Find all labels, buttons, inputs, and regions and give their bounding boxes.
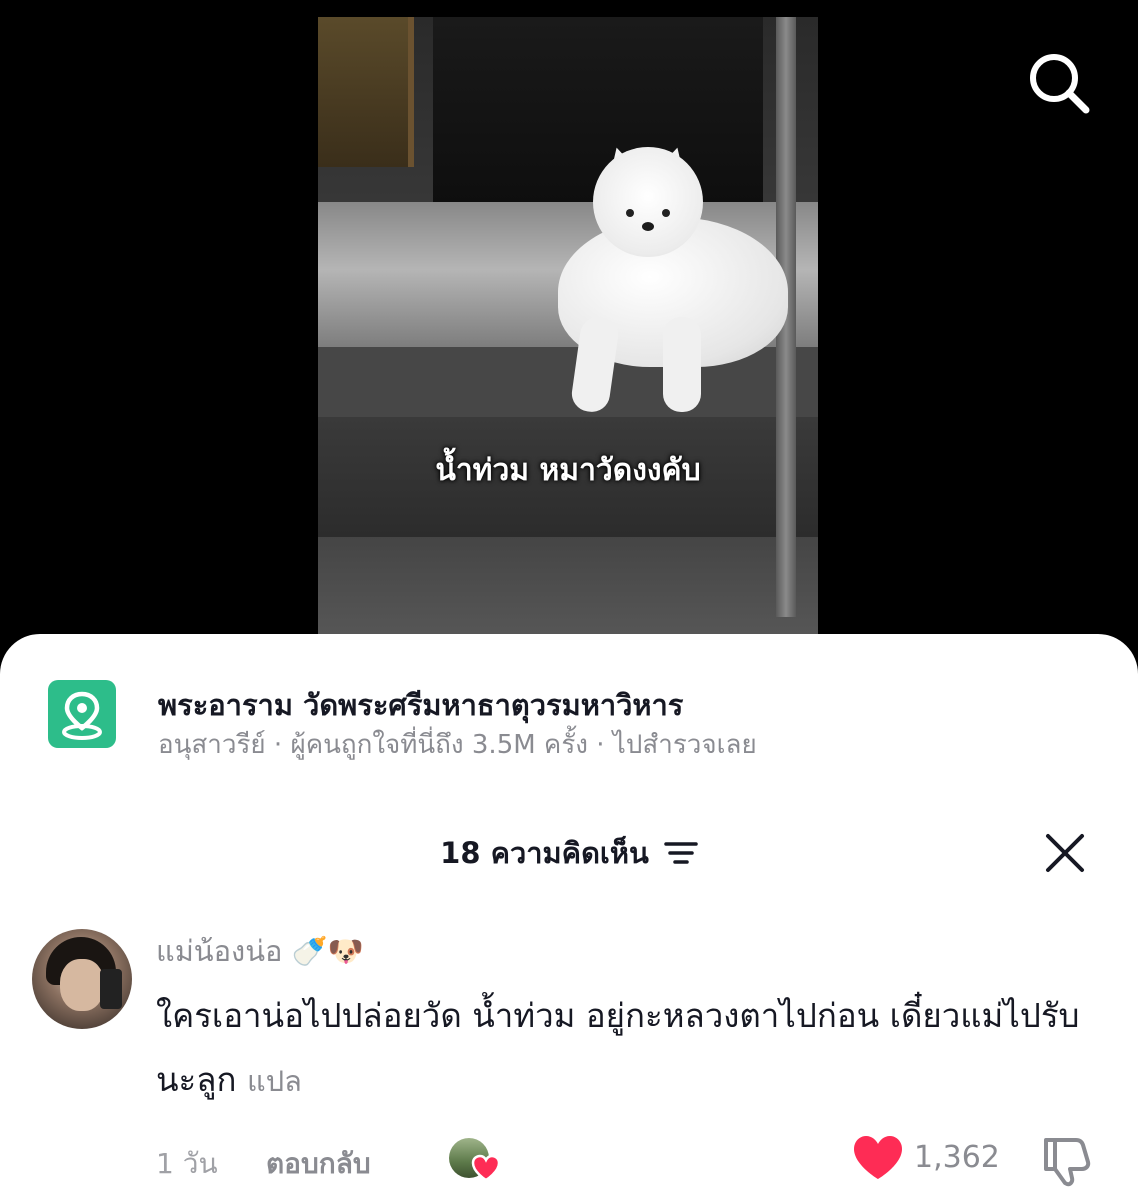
comments-header: 18 ความคิดเห็น (0, 830, 1138, 874)
dislike-button[interactable] (1040, 1132, 1096, 1188)
place-icon-tile (48, 680, 116, 748)
temple-door (318, 17, 414, 167)
avatar-phone (100, 969, 122, 1009)
like-count: 1,362 (914, 1140, 1000, 1175)
sort-button[interactable] (664, 840, 698, 866)
like-button[interactable] (852, 1134, 904, 1182)
dog-head (593, 147, 703, 257)
place-explore-link[interactable]: ไปสำรวจเลย (613, 724, 757, 765)
video-caption: น้ำท่วม หมาวัดงงคับ (435, 453, 701, 488)
heart-icon (854, 1136, 902, 1179)
comment-username[interactable]: แม่น้องน่อ 🍼🐶 (156, 928, 364, 974)
dog-eye (626, 209, 634, 217)
dog-nose (642, 222, 654, 231)
separator: · (596, 730, 605, 760)
place-banner[interactable]: พระอาราม วัดพระศรีมหาธาตุวรมหาวิหาร อนุส… (48, 680, 1108, 760)
dog-leg (663, 317, 701, 412)
reply-button[interactable]: ตอบกลับ (266, 1142, 371, 1186)
comment-item: แม่น้องน่อ 🍼🐶 ใครเอาน่อไปปล่อยวัด น้ำท่ว… (0, 924, 1138, 1187)
sort-lines-icon (664, 842, 698, 864)
search-icon (1030, 54, 1090, 114)
place-stat: ผู้คนถูกใจที่นี่ถึง 3.5M ครั้ง (290, 730, 588, 760)
close-button[interactable] (1042, 830, 1088, 876)
map-pin-icon (62, 691, 102, 740)
search-button[interactable] (1024, 48, 1094, 118)
place-area: อนุสาวรีย์ (158, 730, 266, 760)
place-subtitle: อนุสาวรีย์ · ผู้คนถูกใจที่นี่ถึง 3.5M คร… (158, 724, 757, 765)
screen: น้ำท่วม หมาวัดงงคับ พระอาราม วัดพระศรีมห… (0, 0, 1138, 1200)
dog-eye (662, 209, 670, 217)
separator: · (273, 730, 283, 760)
comment-body: ใครเอาน่อไปปล่อยวัด น้ำท่วม อยู่กะหลวงตา… (156, 984, 1086, 1113)
place-title: พระอาราม วัดพระศรีมหาธาตุวรมหาวิหาร (158, 688, 684, 722)
video-player[interactable]: น้ำท่วม หมาวัดงงคับ (318, 17, 818, 657)
heart-icon (471, 1154, 501, 1182)
avatar[interactable] (32, 929, 132, 1029)
close-icon (1046, 834, 1084, 872)
translate-link[interactable]: แปล (247, 1064, 302, 1098)
comment-time: 1 วัน (156, 1147, 218, 1180)
comment-count: 18 ความคิดเห็น (440, 836, 649, 870)
comments-sheet: พระอาราม วัดพระศรีมหาธาตุวรมหาวิหาร อนุส… (0, 634, 1138, 1200)
avatar-face (60, 959, 104, 1011)
thumbs-down-icon (1044, 1138, 1091, 1187)
creator-liked-badge (449, 1138, 503, 1182)
